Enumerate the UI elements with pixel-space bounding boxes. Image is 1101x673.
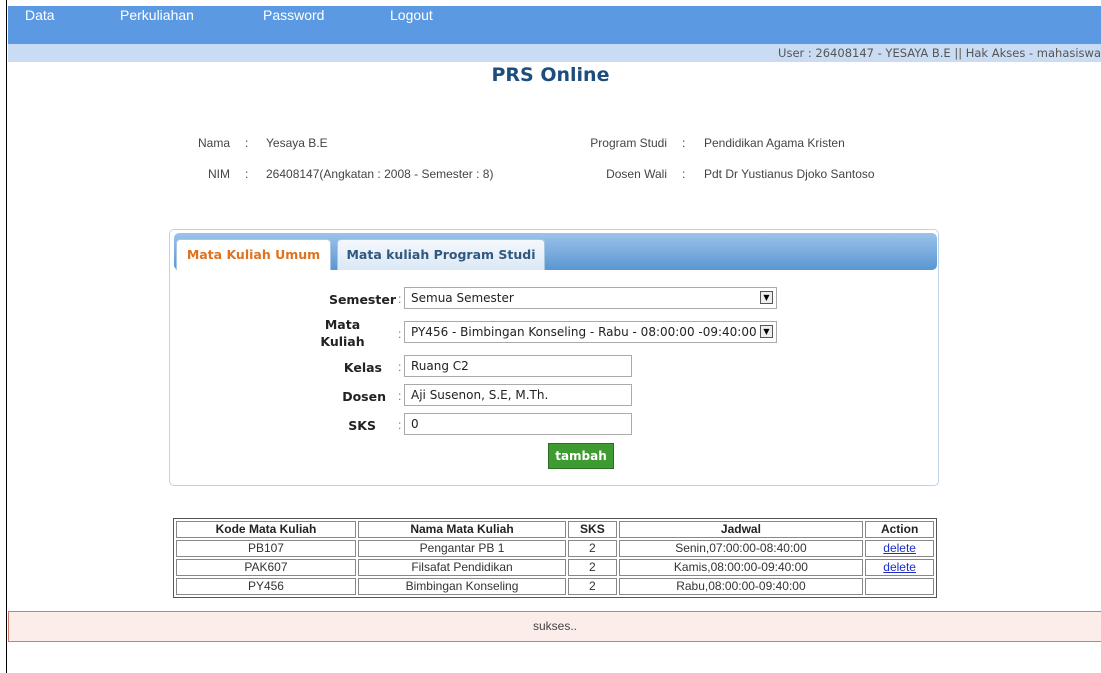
header-jadwal: Jadwal	[618, 521, 864, 538]
delete-link[interactable]: delete	[883, 541, 916, 555]
matkul-label-line1: Mata	[324, 317, 361, 332]
tab-mata-kuliah-program-studi[interactable]: Mata kuliah Program Studi	[337, 239, 545, 270]
semester-selected-value: Semua Semester	[411, 291, 514, 305]
cell-action: delete	[865, 540, 934, 557]
nav-item-password[interactable]: Password	[263, 6, 324, 24]
page-title: PRS Online	[491, 64, 610, 86]
prodi-colon: :	[682, 136, 686, 150]
sks-input[interactable]: 0	[404, 413, 632, 435]
cell-jadwal: Senin,07:00:00-08:40:00	[618, 540, 864, 557]
tambah-button[interactable]: tambah	[548, 443, 614, 469]
window-left-edge	[0, 0, 7, 673]
user-info-text: User : 26408147 - YESAYA B.E || Hak Akse…	[778, 46, 1101, 60]
prodi-value: Pendidikan Agama Kristen	[704, 136, 845, 150]
mata-kuliah-select[interactable]: PY456 - Bimbingan Konseling - Rabu - 08:…	[404, 321, 777, 343]
cell-action: delete	[865, 559, 934, 576]
dosen-input[interactable]: Aji Susenon, S.E, M.Th.	[404, 384, 632, 406]
tab-mata-kuliah-umum[interactable]: Mata Kuliah Umum	[176, 239, 331, 270]
table-header-row: Kode Mata Kuliah Nama Mata Kuliah SKS Ja…	[176, 521, 934, 538]
wali-label: Dosen Wali	[606, 167, 667, 181]
cell-kode: PB107	[176, 540, 356, 557]
table-row: PB107 Pengantar PB 1 2 Senin,07:00:00-08…	[176, 540, 934, 557]
header-sks: SKS	[568, 521, 617, 538]
cell-sks: 2	[568, 559, 617, 576]
nav-item-logout[interactable]: Logout	[390, 6, 433, 24]
user-info-bar: User : 26408147 - YESAYA B.E || Hak Akse…	[8, 44, 1101, 62]
matkul-label-line2: Kuliah	[320, 334, 365, 349]
course-table: Kode Mata Kuliah Nama Mata Kuliah SKS Ja…	[173, 518, 937, 598]
mata-kuliah-selected-value: PY456 - Bimbingan Konseling - Rabu - 08:…	[411, 325, 757, 339]
dropdown-arrow-icon[interactable]: ▼	[760, 325, 773, 338]
wali-colon: :	[682, 167, 686, 181]
table-row: PAK607 Filsafat Pendidikan 2 Kamis,08:00…	[176, 559, 934, 576]
dropdown-arrow-icon[interactable]: ▼	[760, 291, 773, 304]
semester-label: Semester	[328, 292, 396, 307]
cell-kode: PAK607	[176, 559, 356, 576]
cell-action	[865, 578, 934, 595]
nim-colon: :	[245, 167, 249, 181]
cell-nama: Pengantar PB 1	[357, 540, 567, 557]
nav-item-perkuliahan[interactable]: Perkuliahan	[120, 6, 194, 24]
kelas-input[interactable]: Ruang C2	[404, 355, 632, 377]
name-colon: :	[245, 136, 249, 150]
wali-value: Pdt Dr Yustianus Djoko Santoso	[704, 167, 875, 181]
cell-sks: 2	[568, 540, 617, 557]
cell-jadwal: Rabu,08:00:00-09:40:00	[618, 578, 864, 595]
kelas-label: Kelas	[343, 360, 382, 375]
cell-nama: Bimbingan Konseling	[357, 578, 567, 595]
tab-bar: Mata Kuliah Umum Mata kuliah Program Stu…	[174, 233, 937, 270]
name-label: Nama	[197, 136, 230, 150]
sks-label: SKS	[348, 418, 376, 433]
top-nav: Data Perkuliahan Password Logout	[8, 6, 1101, 44]
kelas-colon: :	[398, 360, 402, 374]
header-kode: Kode Mata Kuliah	[176, 521, 356, 538]
nav-item-data[interactable]: Data	[25, 6, 55, 24]
nim-value: 26408147(Angkatan : 2008 - Semester : 8)	[266, 167, 494, 181]
name-value: Yesaya B.E	[266, 136, 328, 150]
cell-sks: 2	[568, 578, 617, 595]
prodi-label: Program Studi	[590, 136, 667, 150]
matkul-colon: :	[398, 327, 402, 341]
semester-select[interactable]: Semua Semester ▼	[404, 287, 777, 309]
cell-nama: Filsafat Pendidikan	[357, 559, 567, 576]
semester-colon: :	[398, 292, 402, 306]
nim-label: NIM	[208, 167, 230, 181]
cell-kode: PY456	[176, 578, 356, 595]
cell-jadwal: Kamis,08:00:00-09:40:00	[618, 559, 864, 576]
dosen-colon: :	[398, 389, 402, 403]
header-nama: Nama Mata Kuliah	[357, 521, 567, 538]
dosen-label: Dosen	[342, 389, 386, 404]
sks-colon: :	[398, 418, 402, 432]
table-row: PY456 Bimbingan Konseling 2 Rabu,08:00:0…	[176, 578, 934, 595]
header-action: Action	[865, 521, 934, 538]
status-message: sukses..	[8, 611, 1101, 642]
delete-link[interactable]: delete	[883, 560, 916, 574]
